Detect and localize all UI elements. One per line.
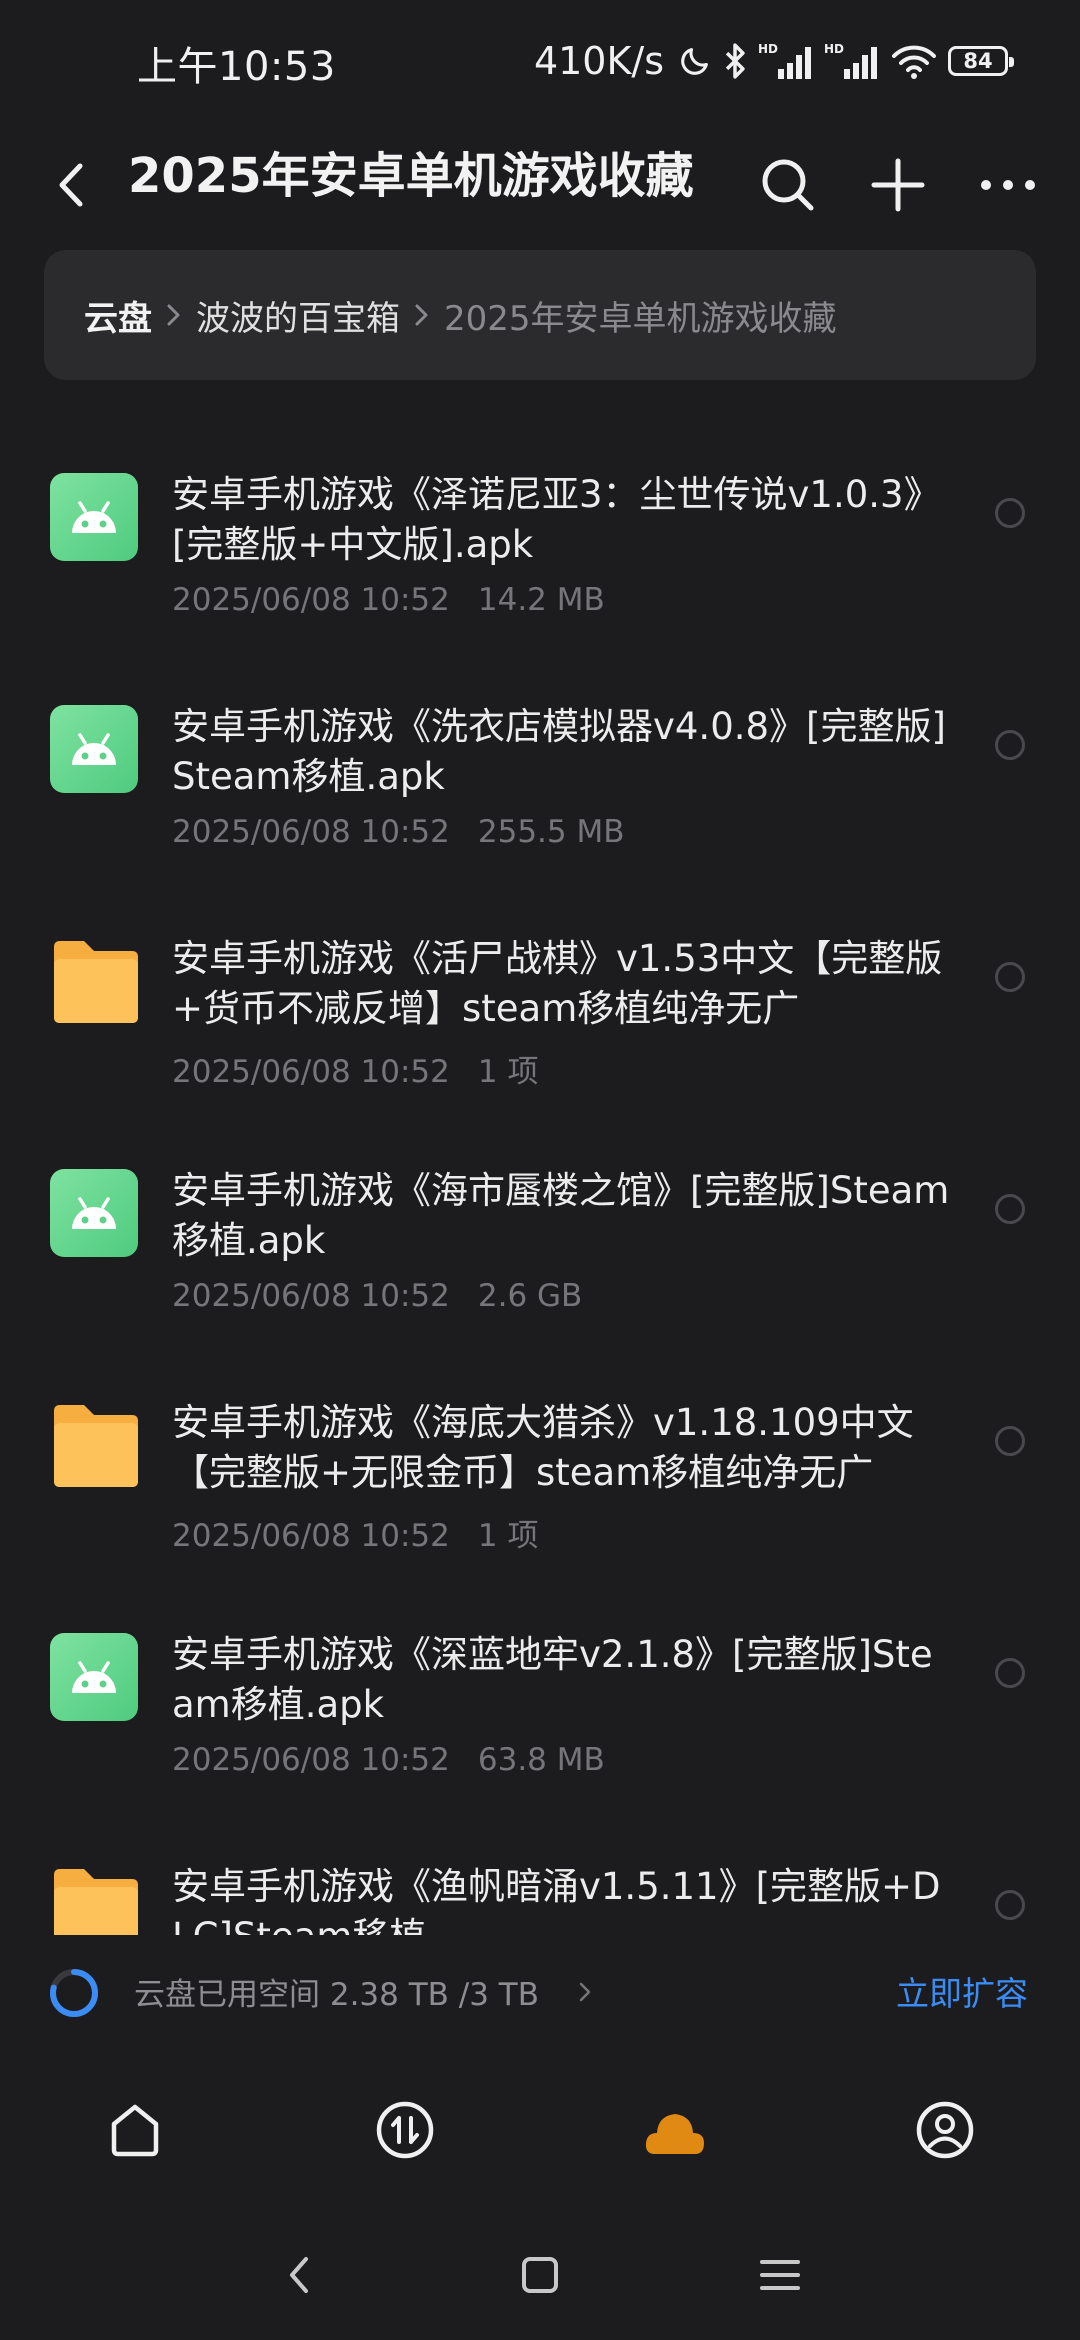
file-size: 14.2 MB (477, 582, 605, 618)
bluetooth-icon (725, 43, 745, 79)
file-meta: 2025/06/08 10:52 1 项 (172, 1510, 538, 1555)
transfer-icon (376, 2101, 434, 2159)
file-meta: 2025/06/08 10:52 14.2 MB (172, 582, 605, 618)
wifi-icon (892, 45, 936, 79)
system-back-button[interactable] (265, 2240, 335, 2310)
apk-icon (50, 1633, 138, 1721)
svg-text:HD: HD (824, 42, 844, 56)
battery-level: 84 (963, 49, 993, 73)
select-radio[interactable] (995, 1426, 1025, 1456)
chevron-right-icon (166, 302, 182, 328)
storage-bar[interactable]: 云盘已用空间 2.38 TB /3 TB 立即扩容 (0, 1945, 1080, 2040)
search-icon (762, 159, 814, 211)
folder-row[interactable]: 安卓手机游戏《活尸战棋》v1.53中文【完整版+货币不减反增】steam移植纯净… (0, 894, 1080, 1094)
file-size: 2.6 GB (477, 1278, 583, 1314)
nav-transfer[interactable] (355, 2080, 455, 2180)
file-row[interactable]: 安卓手机游戏《泽诺尼亚3：尘世传说v1.0.3》[完整版+中文版].apk 20… (0, 430, 1080, 630)
status-time: 上午10:53 (137, 44, 336, 90)
storage-usage-text: 云盘已用空间 2.38 TB /3 TB (134, 1977, 540, 2013)
select-radio[interactable] (995, 1658, 1025, 1688)
file-list: 安卓手机游戏《泽诺尼亚3：尘世传说v1.0.3》[完整版+中文版].apk 20… (0, 430, 1080, 1935)
file-name: 安卓手机游戏《活尸战棋》v1.53中文【完整版+货币不减反增】steam移植纯净… (172, 937, 943, 1030)
item-count: 1 项 (477, 1518, 539, 1554)
apk-icon (50, 473, 138, 561)
storage-ring-icon (50, 1969, 98, 2017)
apk-icon (50, 705, 138, 793)
file-name: 安卓手机游戏《海市蜃楼之馆》[完整版]Steam移植.apk (172, 1169, 950, 1262)
system-nav (0, 2230, 1080, 2320)
breadcrumb-root[interactable]: 云盘 (84, 291, 152, 340)
file-name: 安卓手机游戏《深蓝地牢v2.1.8》[完整版]Steam移植.apk (172, 1633, 933, 1726)
square-icon (522, 2257, 558, 2293)
system-menu-button[interactable] (745, 2240, 815, 2310)
folder-icon (50, 937, 138, 1025)
system-home-button[interactable] (505, 2240, 575, 2310)
chevron-right-icon (414, 302, 430, 328)
file-date: 2025/06/08 10:52 (172, 814, 450, 850)
search-button[interactable] (748, 140, 828, 230)
file-row[interactable]: 安卓手机游戏《洗衣店模拟器v4.0.8》[完整版]Steam移植.apk 202… (0, 662, 1080, 862)
folder-row[interactable]: 安卓手机游戏《渔帆暗涌v1.5.11》[完整版+DLC]Steam移植 (0, 1822, 1080, 1935)
file-meta: 2025/06/08 10:52 63.8 MB (172, 1742, 605, 1778)
file-name: 安卓手机游戏《洗衣店模拟器v4.0.8》[完整版]Steam移植.apk (172, 705, 946, 798)
select-radio[interactable] (995, 498, 1025, 528)
file-meta: 2025/06/08 10:52 2.6 GB (172, 1278, 582, 1314)
nav-profile[interactable] (895, 2080, 995, 2180)
nav-cloud[interactable] (625, 2080, 725, 2180)
file-size: 63.8 MB (477, 1742, 605, 1778)
select-radio[interactable] (995, 730, 1025, 760)
file-meta: 2025/06/08 10:52 255.5 MB (172, 814, 625, 850)
select-radio[interactable] (995, 1194, 1025, 1224)
moon-icon (681, 48, 708, 75)
file-name: 安卓手机游戏《海底大猎杀》v1.18.109中文【完整版+无限金币】steam移… (172, 1401, 914, 1494)
bottom-nav (0, 2080, 1080, 2180)
file-row[interactable]: 安卓手机游戏《海市蜃楼之馆》[完整版]Steam移植.apk 2025/06/0… (0, 1126, 1080, 1326)
folder-row[interactable]: 安卓手机游戏《海底大猎杀》v1.18.109中文【完整版+无限金币】steam移… (0, 1358, 1080, 1558)
file-row[interactable]: 安卓手机游戏《深蓝地牢v2.1.8》[完整版]Steam移植.apk 2025/… (0, 1590, 1080, 1790)
file-name: 安卓手机游戏《渔帆暗涌v1.5.11》[完整版+DLC]Steam移植 (172, 1865, 941, 1935)
back-button[interactable] (40, 140, 112, 230)
file-name: 安卓手机游戏《泽诺尼亚3：尘世传说v1.0.3》[完整版+中文版].apk (172, 473, 941, 566)
file-date: 2025/06/08 10:52 (172, 1054, 450, 1090)
plus-icon (871, 158, 925, 212)
file-meta: 2025/06/08 10:52 1 项 (172, 1046, 538, 1091)
file-size: 255.5 MB (477, 814, 625, 850)
apk-icon (50, 1169, 138, 1257)
folder-icon (50, 1865, 138, 1935)
breadcrumb-parent[interactable]: 波波的百宝箱 (196, 291, 400, 340)
item-count: 1 项 (477, 1054, 539, 1090)
file-date: 2025/06/08 10:52 (172, 1278, 450, 1314)
screen: 上午10:53 410K/s HD HD 84 2025年安卓单机游戏收藏 云盘… (0, 0, 1080, 2340)
select-radio[interactable] (995, 1890, 1025, 1920)
status-indicators: 410K/s HD HD 84 (533, 36, 1014, 86)
breadcrumb-current: 2025年安卓单机游戏收藏 (444, 298, 837, 339)
chevron-left-icon (59, 163, 83, 207)
status-bar: 上午10:53 410K/s HD HD 84 (0, 0, 1080, 120)
more-dots-icon (981, 180, 1035, 190)
cloud-icon (645, 2114, 704, 2154)
network-speed: 410K/s (533, 39, 664, 83)
file-date: 2025/06/08 10:52 (172, 582, 450, 618)
chevron-right-icon (579, 1982, 591, 2002)
menu-icon (760, 2260, 800, 2290)
breadcrumb: 云盘 波波的百宝箱 2025年安卓单机游戏收藏 (44, 250, 1036, 380)
more-button[interactable] (968, 140, 1048, 230)
profile-icon (916, 2101, 974, 2159)
signal-hd-icon-2: HD (824, 42, 877, 79)
home-icon (111, 2104, 159, 2157)
select-radio[interactable] (995, 962, 1025, 992)
add-button[interactable] (858, 140, 938, 230)
chevron-left-icon (290, 2257, 308, 2293)
svg-text:HD: HD (758, 42, 778, 56)
battery-icon: 84 (948, 46, 1014, 76)
nav-home[interactable] (85, 2080, 185, 2180)
app-bar: 2025年安卓单机游戏收藏 (0, 120, 1080, 250)
signal-hd-icon-1: HD (758, 42, 811, 79)
file-date: 2025/06/08 10:52 (172, 1742, 450, 1778)
expand-storage-link[interactable]: 立即扩容 (896, 1967, 1028, 2015)
folder-icon (50, 1401, 138, 1489)
page-title: 2025年安卓单机游戏收藏 (128, 148, 694, 204)
file-date: 2025/06/08 10:52 (172, 1518, 450, 1554)
